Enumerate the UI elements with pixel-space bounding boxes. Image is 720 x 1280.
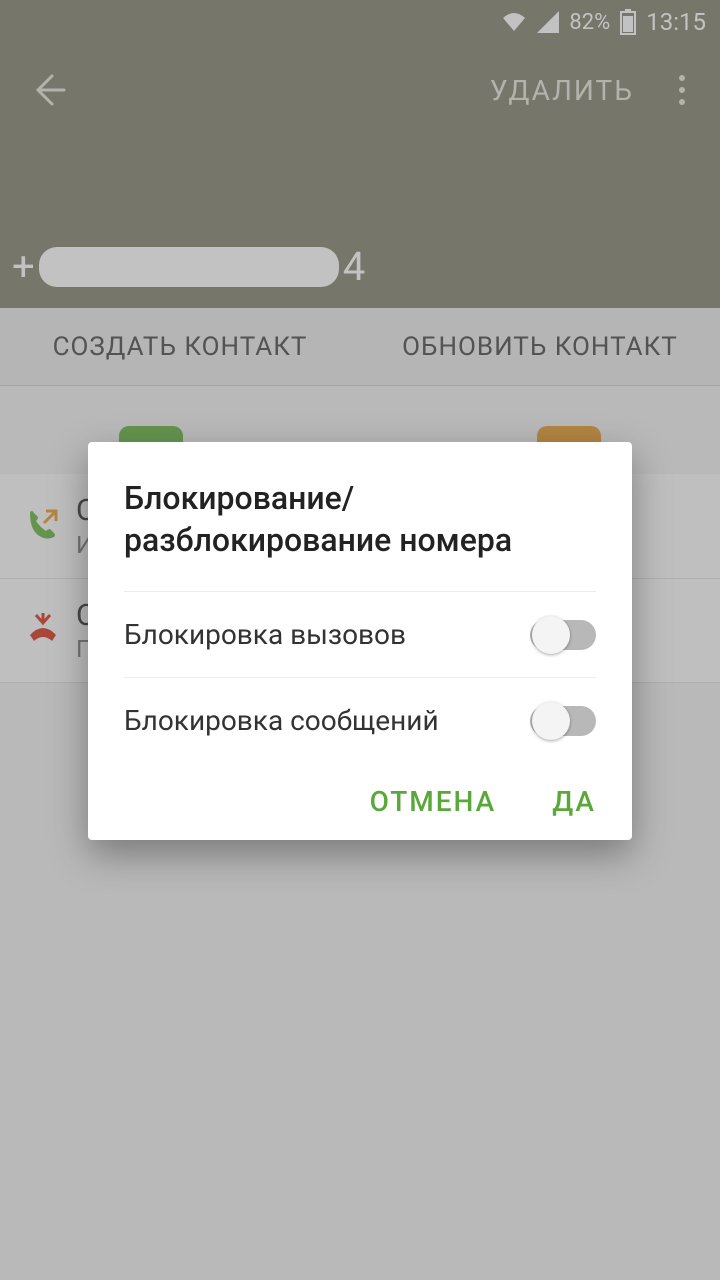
block-number-dialog: Блокирование/ разблокирование номера Бло… bbox=[88, 442, 632, 840]
cancel-button[interactable]: ОТМЕНА bbox=[370, 785, 497, 818]
block-messages-row[interactable]: Блокировка сообщений bbox=[124, 677, 596, 763]
dialog-actions: ОТМЕНА ДА bbox=[124, 763, 596, 818]
block-messages-toggle[interactable] bbox=[530, 706, 596, 736]
block-calls-row[interactable]: Блокировка вызовов bbox=[124, 591, 596, 677]
block-calls-label: Блокировка вызовов bbox=[124, 618, 406, 651]
dialog-title: Блокирование/ разблокирование номера bbox=[124, 478, 596, 561]
block-messages-label: Блокировка сообщений bbox=[124, 704, 439, 737]
ok-button[interactable]: ДА bbox=[552, 785, 596, 818]
block-calls-toggle[interactable] bbox=[530, 620, 596, 650]
